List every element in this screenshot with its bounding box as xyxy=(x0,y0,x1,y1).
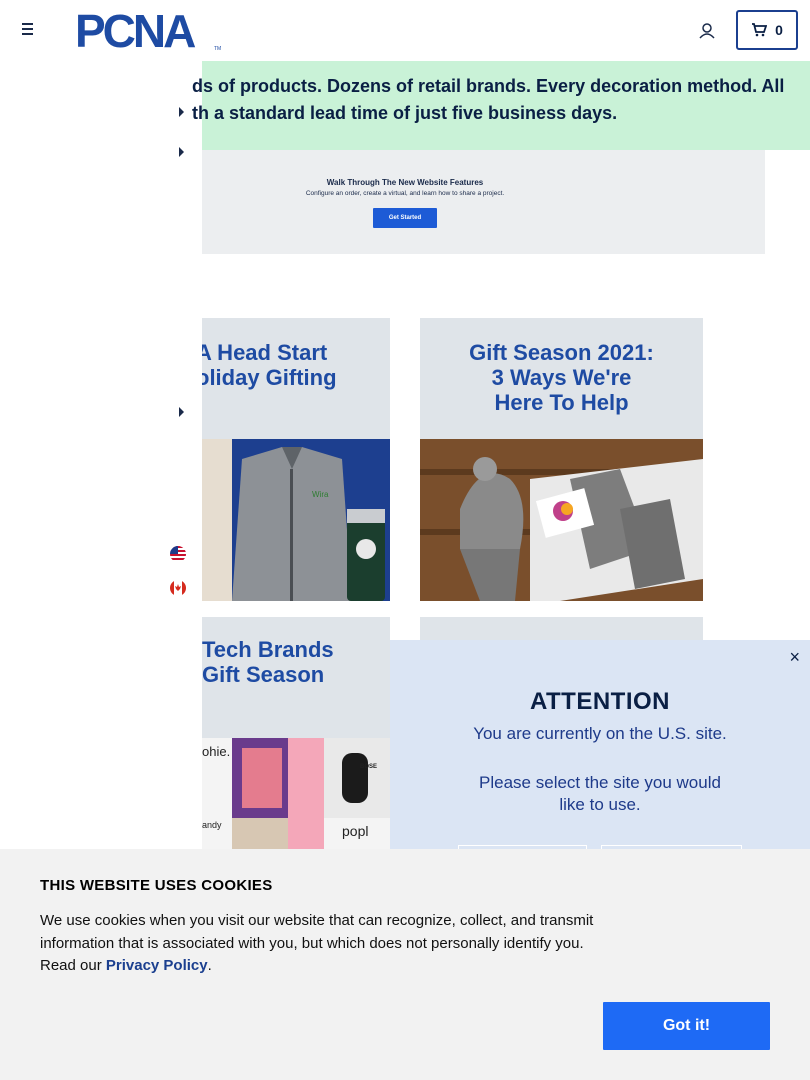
logo-text: PCNA xyxy=(75,9,195,51)
sidebar-expand-icon[interactable] xyxy=(179,407,184,417)
cookie-period: . xyxy=(207,957,212,974)
banner-line-2: th a standard lead time of just five bus… xyxy=(192,103,618,123)
modal-instruction-line-2: like to use. xyxy=(559,795,641,814)
site-selection-modal: × ATTENTION You are currently on the U.S… xyxy=(390,640,810,885)
tile-holiday-gifting[interactable]: A Head Start oliday Gifting Wira xyxy=(202,318,390,601)
banner-text: ds of products. Dozens of retail brands.… xyxy=(192,73,810,127)
brand-ohie: ohie. xyxy=(202,744,230,759)
cart-count: 0 xyxy=(775,22,783,38)
tile-title: Gift Season 2021: 3 Ways We're Here To H… xyxy=(420,340,703,415)
promo-banner: ds of products. Dozens of retail brands.… xyxy=(192,61,810,150)
wira-logo-text: Wira xyxy=(312,490,329,499)
close-icon[interactable]: × xyxy=(789,648,800,666)
sidebar-expand-icon[interactable] xyxy=(179,147,184,157)
tile-title-line: Here To Help xyxy=(494,390,629,415)
brand-bose: BOSE xyxy=(360,764,377,770)
got-it-button[interactable]: Got it! xyxy=(603,1002,770,1050)
cookie-banner: THIS WEBSITE USES COOKIES We use cookies… xyxy=(0,849,810,1080)
tile-title-line: 3 Ways We're xyxy=(491,365,632,390)
cart-icon xyxy=(752,23,768,37)
svg-text:TM: TM xyxy=(214,46,221,51)
tile-title: Tech Brands Gift Season xyxy=(202,637,362,687)
menu-icon[interactable] xyxy=(18,20,38,40)
tech-brands-collage: ohie. BOSE andy popl xyxy=(202,738,390,849)
walkthrough-subtitle: Configure an order, create a virtual, an… xyxy=(305,190,505,197)
site-header: PCNA TM 0 xyxy=(0,0,810,60)
cookie-title: THIS WEBSITE USES COOKIES xyxy=(40,877,273,894)
pcna-logo[interactable]: PCNA TM xyxy=(75,9,225,51)
page: PCNA TM 0 ds of products. Dozens of reta… xyxy=(0,0,810,1080)
modal-current-site-text: You are currently on the U.S. site. xyxy=(473,724,727,743)
tile-title-line: Tech Brands xyxy=(202,637,334,662)
tile-title: A Head Start oliday Gifting xyxy=(202,340,356,390)
tile-title-line: Gift Season xyxy=(202,662,325,687)
cart-button[interactable]: 0 xyxy=(736,10,798,50)
brand-popl: popl xyxy=(342,823,368,839)
walkthrough-panel: Walk Through The New Website Features Co… xyxy=(202,150,765,254)
walkthrough-title: Walk Through The New Website Features xyxy=(326,178,484,187)
tile-title-line: A Head Start xyxy=(202,340,328,365)
brand-andy: andy xyxy=(202,820,222,830)
knit-gift-set-photo xyxy=(420,439,703,601)
modal-title: ATTENTION xyxy=(529,688,671,715)
banner-line-1: ds of products. Dozens of retail brands.… xyxy=(192,76,785,96)
us-flag-icon[interactable] xyxy=(170,546,186,562)
modal-instruction-line-1: Please select the site you would xyxy=(479,773,721,792)
account-icon[interactable] xyxy=(697,20,719,42)
cookie-text: We use cookies when you visit our websit… xyxy=(40,910,600,978)
tile-title-line: Gift Season 2021: xyxy=(469,340,654,365)
jacket-product-photo: Wira xyxy=(202,439,390,601)
canada-flag-icon[interactable] xyxy=(170,580,186,596)
privacy-policy-link[interactable]: Privacy Policy xyxy=(106,957,208,974)
tile-gift-season-2021[interactable]: Gift Season 2021: 3 Ways We're Here To H… xyxy=(420,318,703,601)
tile-tech-brands[interactable]: Tech Brands Gift Season ohie. BOSE andy … xyxy=(202,617,390,849)
get-started-button[interactable]: Get Started xyxy=(373,208,437,228)
tile-title-line: oliday Gifting xyxy=(202,365,337,390)
sidebar-expand-icon[interactable] xyxy=(179,107,184,117)
